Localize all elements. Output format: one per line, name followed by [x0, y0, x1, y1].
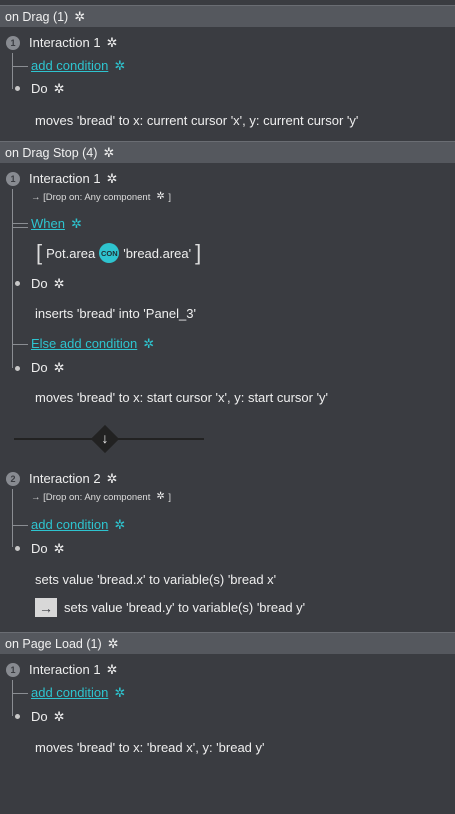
- when-link[interactable]: When: [31, 216, 65, 231]
- gear-icon[interactable]: ✲: [143, 337, 155, 350]
- gear-icon[interactable]: ✲: [54, 542, 66, 555]
- interaction-label: Interaction 1: [29, 35, 101, 50]
- gear-icon[interactable]: ✲: [108, 637, 120, 650]
- gear-icon[interactable]: ✲: [107, 472, 119, 485]
- do-dot: [15, 714, 20, 719]
- interaction-number-badge: 1: [6, 662, 20, 677]
- action-row[interactable]: moves 'bread' to x: start cursor 'x', y:…: [35, 390, 328, 405]
- condition-expression[interactable]: [ Pot.area CON 'bread.area' ]: [36, 240, 202, 265]
- interactions-panel: on Drag (1) ✲ 1 Interaction 1 ✲ add cond…: [0, 0, 455, 814]
- tree-branch: [12, 693, 28, 694]
- else-add-condition-link[interactable]: Else add condition: [31, 336, 137, 351]
- trigger-note-row: → [Drop on: Any component ✲ ]: [31, 191, 171, 203]
- do-row: Do ✲: [31, 276, 66, 291]
- condition-left: Pot.area: [46, 245, 96, 261]
- bracket-open: [: [36, 240, 43, 265]
- then-arrow-icon[interactable]: →: [35, 598, 57, 617]
- add-condition-row[interactable]: add condition ✲: [31, 517, 126, 532]
- gear-icon[interactable]: ✲: [156, 191, 168, 203]
- else-do-row: Do ✲: [31, 360, 66, 375]
- do-label: Do: [31, 541, 48, 556]
- gear-icon[interactable]: ✲: [114, 59, 126, 72]
- action-row[interactable]: → sets value 'bread.y' to variable(s) 'b…: [35, 598, 305, 617]
- interaction-number-badge: 1: [6, 35, 20, 50]
- do-row: Do ✲: [31, 709, 66, 724]
- trigger-note: → [Drop on: Any component: [31, 491, 151, 503]
- gear-icon[interactable]: ✲: [107, 172, 119, 185]
- action-row[interactable]: sets value 'bread.x' to variable(s) 'bre…: [35, 572, 276, 587]
- do-dot: [15, 546, 20, 551]
- when-row[interactable]: When ✲: [31, 216, 83, 231]
- else-condition-row[interactable]: Else add condition ✲: [31, 336, 155, 351]
- tree-branch: [12, 227, 28, 228]
- do-label: Do: [31, 709, 48, 724]
- gear-icon[interactable]: ✲: [107, 663, 119, 676]
- tree-branch: [12, 344, 28, 345]
- action-row[interactable]: moves 'bread' to x: current cursor 'x', …: [35, 113, 358, 128]
- tree-branch: [12, 223, 28, 224]
- interaction-label: Interaction 2: [29, 471, 101, 486]
- tree-line: [12, 680, 13, 716]
- interaction-number-badge: 2: [6, 471, 20, 486]
- bracket-close: ]: [195, 240, 202, 265]
- section-title: on Drag (1): [5, 9, 69, 24]
- interaction-row[interactable]: 1 Interaction 1 ✲: [6, 171, 119, 186]
- do-row: Do ✲: [31, 81, 66, 96]
- add-condition-link[interactable]: add condition: [31, 685, 108, 700]
- interaction-label: Interaction 1: [29, 171, 101, 186]
- trigger-note-close: ]: [168, 191, 171, 203]
- gear-icon[interactable]: ✲: [156, 491, 168, 503]
- action-text: inserts 'bread' into 'Panel_3': [35, 306, 196, 321]
- tree-line: [12, 189, 13, 368]
- action-text: sets value 'bread.y' to variable(s) 'bre…: [64, 600, 306, 615]
- condition-right: 'bread.area': [123, 245, 192, 261]
- gear-icon[interactable]: ✲: [54, 710, 66, 723]
- interaction-row[interactable]: 1 Interaction 1 ✲: [6, 662, 119, 677]
- contains-operator-badge[interactable]: CON: [99, 243, 120, 263]
- do-dot: [15, 281, 20, 286]
- tree-branch: [12, 66, 28, 67]
- gear-icon[interactable]: ✲: [107, 36, 119, 49]
- interaction-label: Interaction 1: [29, 662, 101, 677]
- do-label: Do: [31, 81, 48, 96]
- interaction-row[interactable]: 1 Interaction 1 ✲: [6, 35, 119, 50]
- do-label: Do: [31, 360, 48, 375]
- add-condition-link[interactable]: add condition: [31, 58, 108, 73]
- trigger-note: → [Drop on: Any component: [31, 191, 151, 203]
- interaction-number-badge: 1: [6, 171, 20, 186]
- tree-line: [12, 489, 13, 547]
- do-row: Do ✲: [31, 541, 66, 556]
- add-condition-row[interactable]: add condition ✲: [31, 58, 126, 73]
- action-row[interactable]: moves 'bread' to x: 'bread x', y: 'bread…: [35, 740, 265, 755]
- trigger-note-row: → [Drop on: Any component ✲ ]: [31, 491, 171, 503]
- do-dot: [15, 86, 20, 91]
- trigger-note-close: ]: [168, 491, 171, 503]
- down-arrow-icon[interactable]: ↓: [90, 430, 120, 446]
- gear-icon[interactable]: ✲: [54, 277, 66, 290]
- gear-icon[interactable]: ✲: [114, 686, 126, 699]
- action-text: sets value 'bread.x' to variable(s) 'bre…: [35, 572, 277, 587]
- section-title: on Drag Stop (4): [5, 145, 98, 160]
- add-condition-row[interactable]: add condition ✲: [31, 685, 126, 700]
- tree-branch: [12, 525, 28, 526]
- gear-icon[interactable]: ✲: [103, 146, 115, 159]
- gear-icon[interactable]: ✲: [54, 361, 66, 374]
- section-header-on-drag-stop[interactable]: on Drag Stop (4) ✲: [0, 141, 455, 163]
- section-header-on-drag[interactable]: on Drag (1) ✲: [0, 5, 455, 27]
- action-text: moves 'bread' to x: current cursor 'x', …: [35, 113, 359, 128]
- gear-icon[interactable]: ✲: [114, 518, 126, 531]
- do-label: Do: [31, 276, 48, 291]
- action-row[interactable]: inserts 'bread' into 'Panel_3': [35, 306, 196, 321]
- interaction-row[interactable]: 2 Interaction 2 ✲: [6, 471, 119, 486]
- add-condition-link[interactable]: add condition: [31, 517, 108, 532]
- gear-icon[interactable]: ✲: [54, 82, 66, 95]
- action-text: moves 'bread' to x: 'bread x', y: 'bread…: [35, 740, 265, 755]
- gear-icon[interactable]: ✲: [74, 10, 86, 23]
- action-text: moves 'bread' to x: start cursor 'x', y:…: [35, 390, 329, 405]
- tree-line: [12, 53, 13, 89]
- gear-icon[interactable]: ✲: [71, 217, 83, 230]
- section-title: on Page Load (1): [5, 636, 102, 651]
- do-dot: [15, 366, 20, 371]
- section-header-on-page-load[interactable]: on Page Load (1) ✲: [0, 632, 455, 654]
